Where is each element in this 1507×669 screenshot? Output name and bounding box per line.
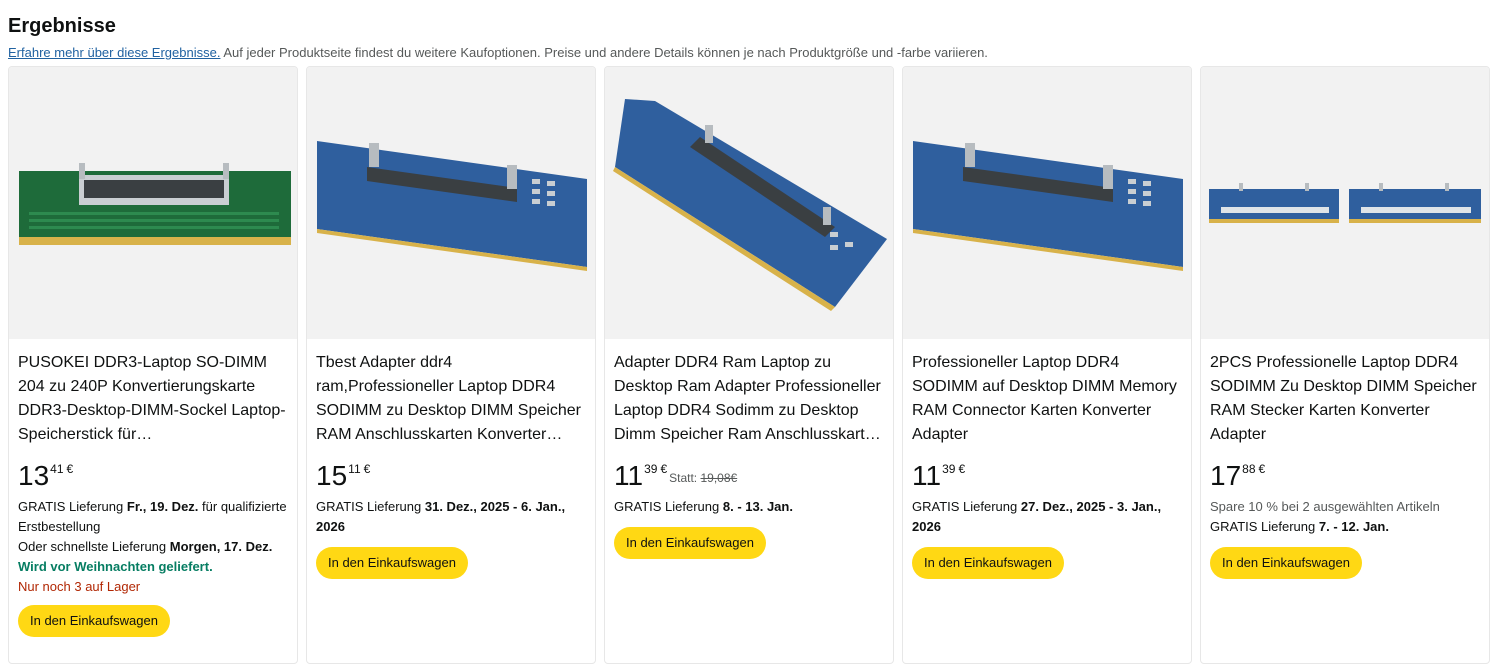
results-note: Auf jeder Produktseite findest du weiter… bbox=[220, 45, 988, 60]
blue-ddr4-adapter-image bbox=[913, 141, 1183, 271]
add-to-cart-button[interactable]: In den Einkaufswagen bbox=[912, 547, 1064, 579]
price-currency: € bbox=[660, 462, 668, 476]
add-to-cart-button[interactable]: In den Einkaufswagen bbox=[614, 527, 766, 559]
product-title[interactable]: Tbest Adapter ddr4 ram,Professioneller L… bbox=[316, 351, 586, 447]
delivery-date: 8. - 13. Jan. bbox=[722, 499, 793, 514]
delivery-info: GRATIS Lieferung 27. Dez., 2025 - 3. Jan… bbox=[912, 497, 1182, 537]
results-subtitle: Erfahre mehr über diese Ergebnisse. Auf … bbox=[8, 44, 1499, 62]
delivery-prefix: GRATIS Lieferung bbox=[316, 499, 425, 514]
price-whole: 13 bbox=[18, 460, 50, 491]
list-price-label: Statt: bbox=[669, 471, 701, 485]
delivery-info: GRATIS Lieferung 31. Dez., 2025 - 6. Jan… bbox=[316, 497, 586, 537]
product-title[interactable]: PUSOKEI DDR3-Laptop SO-DIMM 204 zu 240P … bbox=[18, 351, 288, 447]
list-price-value: 19,08€ bbox=[700, 471, 738, 485]
product-image[interactable] bbox=[307, 67, 595, 339]
two-blue-ddr4-adapters-image bbox=[1209, 183, 1481, 223]
promo-text: Spare 10 % bei 2 ausgewählten Artikeln bbox=[1210, 499, 1440, 514]
product-title[interactable]: Adapter DDR4 Ram Laptop zu Desktop Ram A… bbox=[614, 351, 884, 447]
product-grid: PUSOKEI DDR3-Laptop SO-DIMM 204 zu 240P … bbox=[8, 66, 1490, 664]
blue-ddr4-adapter-tilted-image bbox=[613, 99, 887, 311]
product-price: 11 39 € Statt: 19,08€ bbox=[614, 461, 884, 491]
add-to-cart-button[interactable]: In den Einkaufswagen bbox=[18, 605, 170, 637]
delivery-info: GRATIS Lieferung Fr., 19. Dez. für quali… bbox=[18, 497, 288, 557]
product-title[interactable]: Professioneller Laptop DDR4 SODIMM auf D… bbox=[912, 351, 1182, 447]
product-price: 13 41 € bbox=[18, 461, 288, 491]
fastest-prefix: Oder schnellste Lieferung bbox=[18, 539, 170, 554]
product-image[interactable] bbox=[605, 67, 893, 339]
price-currency: € bbox=[1258, 462, 1266, 476]
delivery-info: GRATIS Lieferung 8. - 13. Jan. bbox=[614, 497, 884, 517]
price-fraction: 88 bbox=[1242, 462, 1256, 476]
product-price: 17 88 € bbox=[1210, 461, 1480, 491]
blue-ddr4-adapter-image bbox=[317, 141, 587, 271]
price-currency: € bbox=[363, 462, 371, 476]
delivery-prefix: GRATIS Lieferung bbox=[18, 499, 127, 514]
product-card: 2PCS Professionelle Laptop DDR4 SODIMM Z… bbox=[1200, 66, 1490, 664]
delivery-prefix: GRATIS Lieferung bbox=[1210, 519, 1319, 534]
add-to-cart-button[interactable]: In den Einkaufswagen bbox=[1210, 547, 1362, 579]
product-price: 15 11 € bbox=[316, 461, 586, 491]
product-price: 11 39 € bbox=[912, 461, 1182, 491]
results-header: Ergebnisse Erfahre mehr über diese Ergeb… bbox=[8, 14, 1499, 62]
price-fraction: 39 bbox=[942, 462, 956, 476]
price-whole: 11 bbox=[614, 460, 644, 491]
price-whole: 11 bbox=[912, 460, 942, 491]
learn-more-link[interactable]: Erfahre mehr über diese Ergebnisse. bbox=[8, 45, 220, 60]
list-price: Statt: 19,08€ bbox=[669, 471, 737, 485]
price-fraction: 41 bbox=[50, 462, 64, 476]
product-image[interactable] bbox=[903, 67, 1191, 339]
delivery-date: Fr., 19. Dez. bbox=[126, 499, 199, 514]
price-whole: 15 bbox=[316, 460, 348, 491]
product-card: Adapter DDR4 Ram Laptop zu Desktop Ram A… bbox=[604, 66, 894, 664]
price-whole: 17 bbox=[1210, 460, 1242, 491]
delivery-prefix: GRATIS Lieferung bbox=[614, 499, 723, 514]
price-currency: € bbox=[958, 462, 966, 476]
price-currency: € bbox=[66, 462, 74, 476]
delivery-date: 7. - 12. Jan. bbox=[1318, 519, 1389, 534]
green-ddr3-adapter-image bbox=[19, 163, 291, 245]
product-card: Professioneller Laptop DDR4 SODIMM auf D… bbox=[902, 66, 1192, 664]
price-fraction: 39 bbox=[644, 462, 658, 476]
delivery-info: GRATIS Lieferung 7. - 12. Jan. bbox=[1210, 517, 1480, 537]
product-title[interactable]: 2PCS Professionelle Laptop DDR4 SODIMM Z… bbox=[1210, 351, 1480, 447]
christmas-delivery: Wird vor Weihnachten geliefert. bbox=[18, 559, 213, 574]
fastest-date: Morgen, 17. Dez. bbox=[169, 539, 273, 554]
product-image[interactable] bbox=[1201, 67, 1489, 339]
product-card: Tbest Adapter ddr4 ram,Professioneller L… bbox=[306, 66, 596, 664]
product-image[interactable] bbox=[9, 67, 297, 339]
add-to-cart-button[interactable]: In den Einkaufswagen bbox=[316, 547, 468, 579]
product-card: PUSOKEI DDR3-Laptop SO-DIMM 204 zu 240P … bbox=[8, 66, 298, 664]
delivery-prefix: GRATIS Lieferung bbox=[912, 499, 1021, 514]
stock-warning: Nur noch 3 auf Lager bbox=[18, 579, 141, 594]
results-title: Ergebnisse bbox=[8, 15, 116, 37]
price-fraction: 11 bbox=[348, 462, 361, 476]
